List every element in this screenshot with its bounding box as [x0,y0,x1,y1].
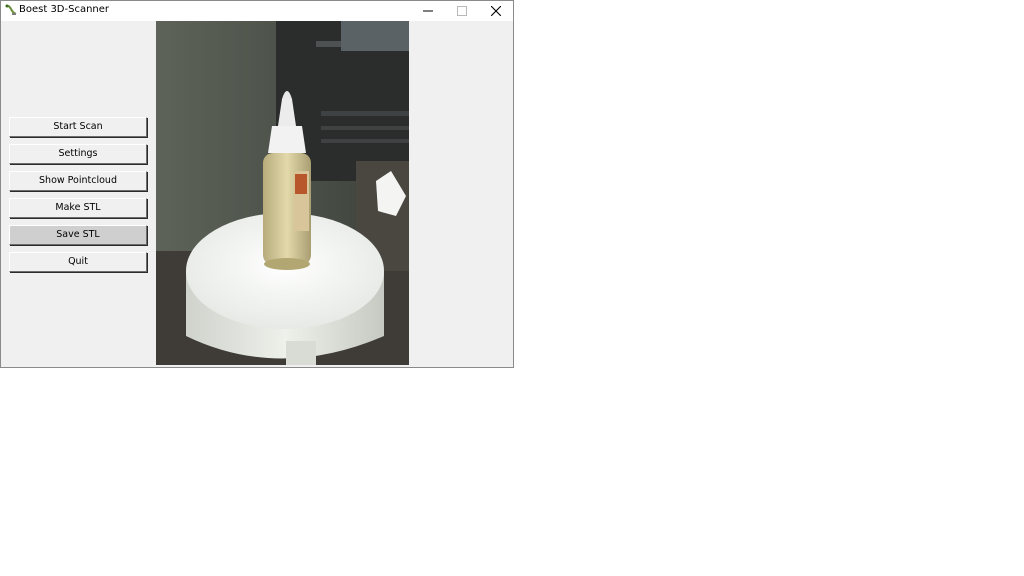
settings-button[interactable]: Settings [9,144,147,164]
minimize-button[interactable] [411,1,445,21]
save-stl-button[interactable]: Save STL [9,225,147,245]
start-scan-button[interactable]: Start Scan [9,117,147,137]
quit-button[interactable]: Quit [9,252,147,272]
show-pointcloud-button[interactable]: Show Pointcloud [9,171,147,191]
app-icon [5,4,17,15]
maximize-icon [457,6,467,16]
app-window: Boest 3D-Scanner Start Scan Settings Sho… [0,0,514,368]
title-bar[interactable]: Boest 3D-Scanner [1,1,513,21]
make-stl-button[interactable]: Make STL [9,198,147,218]
camera-image [156,21,409,365]
close-button[interactable] [479,1,513,21]
close-icon [491,6,501,16]
maximize-button[interactable] [445,1,479,21]
window-title: Boest 3D-Scanner [19,4,110,15]
camera-feed [156,21,409,365]
minimize-icon [423,10,433,12]
